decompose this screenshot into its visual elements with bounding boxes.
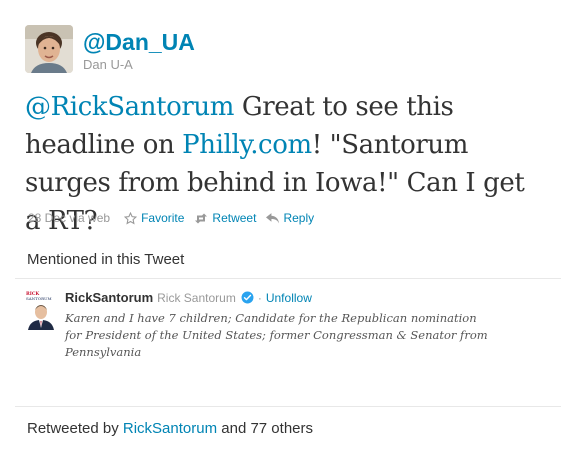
author-name: Dan U-A — [83, 57, 133, 72]
author-handle[interactable]: @Dan_UA — [83, 29, 195, 56]
mentioned-user-avatar[interactable]: RICK SANTORUM — [25, 290, 57, 330]
tweet-date[interactable]: 28 Dec — [28, 211, 66, 225]
tweet-mention-link[interactable]: @RickSantorum — [25, 92, 234, 122]
mentioned-section-title: Mentioned in this Tweet — [27, 251, 185, 268]
author-avatar[interactable] — [25, 25, 73, 73]
retweeted-prefix: Retweeted by — [27, 420, 123, 437]
unfollow-button[interactable]: Unfollow — [266, 291, 312, 305]
divider — [15, 406, 561, 407]
retweet-button[interactable]: Retweet — [194, 211, 256, 225]
separator-dot: · — [257, 290, 262, 305]
svg-text:SANTORUM: SANTORUM — [26, 296, 52, 301]
tweet-meta: 28 Dec via web Favorite Retweet Reply — [28, 211, 314, 225]
retweeter-link[interactable]: RickSantorum — [123, 420, 217, 437]
reply-icon — [266, 212, 280, 223]
reply-button[interactable]: Reply — [266, 211, 314, 225]
mentioned-user-header: RickSantorum Rick Santorum · Unfollow — [65, 290, 312, 305]
verified-badge-icon — [241, 291, 254, 304]
favorite-button[interactable]: Favorite — [124, 211, 184, 225]
mentioned-user-screen-name[interactable]: RickSantorum — [65, 290, 153, 305]
retweeted-suffix: and 77 others — [217, 420, 313, 437]
mentioned-user-bio: Karen and I have 7 children; Candidate f… — [65, 311, 488, 359]
tweet-url-link[interactable]: Philly.com — [182, 130, 312, 160]
mentioned-user-real-name: Rick Santorum — [157, 290, 236, 305]
retweet-icon — [195, 213, 208, 223]
favorite-label: Favorite — [141, 211, 185, 225]
star-icon — [124, 211, 138, 224]
retweet-label: Retweet — [212, 211, 257, 225]
tweet-source: via web — [69, 211, 111, 225]
divider — [15, 278, 561, 279]
retweeted-by: Retweeted by RickSantorum and 77 others — [27, 420, 313, 437]
reply-label: Reply — [283, 211, 315, 225]
